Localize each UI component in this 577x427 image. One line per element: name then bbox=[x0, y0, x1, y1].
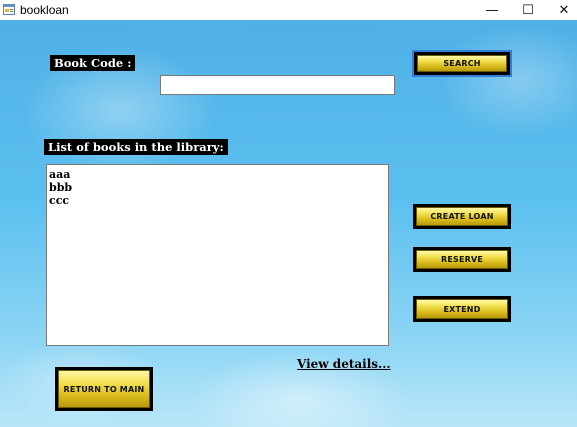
extend-button[interactable]: EXTEND bbox=[413, 296, 511, 322]
search-button-label: SEARCH bbox=[417, 55, 507, 72]
bookloan-window: bookloan — ☐ ✕ Book Code : SEARCH List o… bbox=[0, 0, 577, 427]
return-to-main-button-label: RETURN TO MAIN bbox=[58, 370, 150, 408]
extend-button-label: EXTEND bbox=[416, 299, 508, 319]
list-item[interactable]: ccc bbox=[49, 194, 386, 207]
books-listbox[interactable]: aaa bbb ccc bbox=[46, 164, 389, 346]
search-button[interactable]: SEARCH bbox=[412, 50, 512, 77]
return-to-main-button[interactable]: RETURN TO MAIN bbox=[55, 367, 153, 411]
view-details-link[interactable]: View details... bbox=[297, 357, 391, 371]
close-button[interactable]: ✕ bbox=[545, 0, 577, 20]
app-icon bbox=[3, 4, 15, 15]
form-background: Book Code : SEARCH List of books in the … bbox=[0, 20, 577, 427]
create-loan-button-label: CREATE LOAN bbox=[416, 207, 508, 226]
maximize-button[interactable]: ☐ bbox=[509, 0, 547, 20]
books-list-label: List of books in the library: bbox=[44, 139, 228, 155]
reserve-button-label: RESERVE bbox=[416, 250, 508, 269]
reserve-button[interactable]: RESERVE bbox=[413, 247, 511, 272]
list-item[interactable]: bbb bbox=[49, 181, 386, 194]
minimize-button[interactable]: — bbox=[473, 0, 511, 20]
create-loan-button[interactable]: CREATE LOAN bbox=[413, 204, 511, 229]
list-item[interactable]: aaa bbox=[49, 168, 386, 181]
title-bar: bookloan — ☐ ✕ bbox=[0, 0, 577, 20]
book-code-input[interactable] bbox=[160, 75, 395, 95]
book-code-label: Book Code : bbox=[50, 55, 136, 71]
window-title: bookloan bbox=[20, 3, 69, 17]
